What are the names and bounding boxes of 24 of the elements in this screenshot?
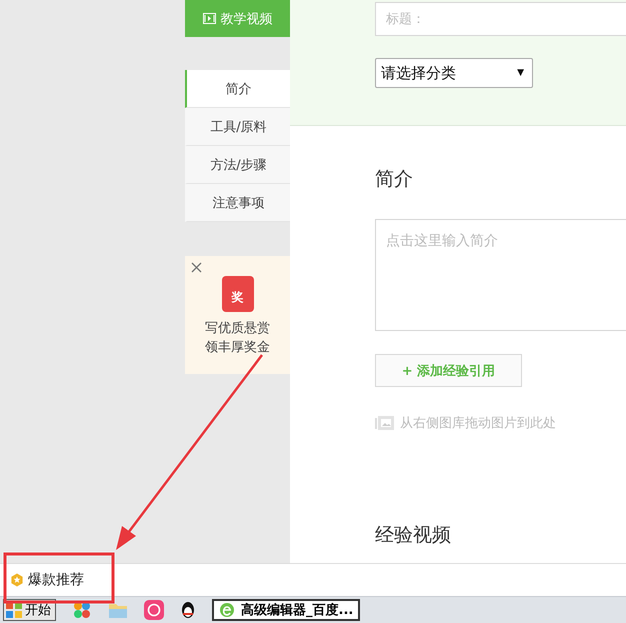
penguin-icon[interactable]: [180, 600, 196, 620]
category-select[interactable]: 请选择分类 ▼: [375, 58, 533, 88]
image-icon: [375, 415, 395, 431]
nav-item[interactable]: 工具/原料: [185, 108, 290, 146]
taskbar-window-button[interactable]: 高级编辑器_百度...: [212, 599, 360, 621]
folder-icon[interactable]: [108, 601, 128, 619]
image-drop-hint: 从右侧图库拖动图片到此处: [400, 415, 556, 432]
section-heading: 简介: [375, 167, 414, 192]
nav-item[interactable]: 注意事项: [185, 184, 290, 222]
star-badge-icon: [10, 573, 24, 587]
hot-picks-label[interactable]: 爆款推荐: [28, 571, 84, 589]
nav-item[interactable]: 简介: [185, 70, 290, 108]
film-icon: [202, 13, 216, 24]
reward-text: 写优质悬赏: [205, 320, 270, 338]
title-field[interactable]: 标题：: [375, 2, 626, 36]
close-icon[interactable]: [191, 262, 202, 273]
nav-item[interactable]: 方法/步骤: [185, 146, 290, 184]
app-icon[interactable]: [144, 600, 164, 620]
windows-logo-icon: [5, 601, 23, 619]
reward-text: 领丰厚奖金: [205, 339, 270, 357]
reward-envelope-badge: 奖: [222, 276, 254, 312]
section-heading: 经验视频: [375, 523, 452, 548]
browser-logo-icon: [219, 602, 235, 618]
intro-textarea[interactable]: 点击这里输入简介: [375, 219, 626, 331]
